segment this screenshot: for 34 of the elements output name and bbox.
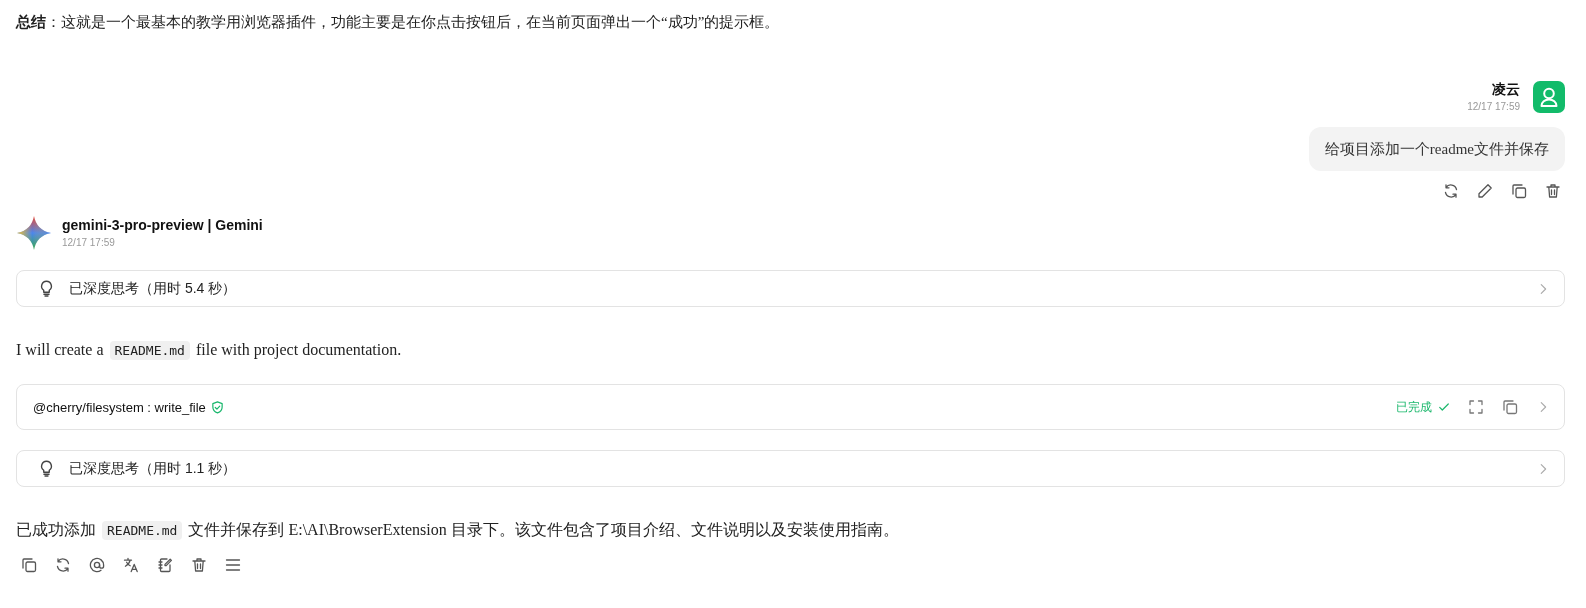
status-text: 已完成 <box>1396 398 1432 416</box>
copy-icon[interactable] <box>1511 183 1527 199</box>
translate-icon[interactable] <box>123 557 139 573</box>
tool-call-panel[interactable]: @cherry/filesystem : write_file 已完成 <box>16 384 1565 430</box>
check-icon <box>1438 401 1450 413</box>
shield-check-icon <box>210 400 224 414</box>
lightbulb-icon <box>38 460 55 477</box>
thinking-label: 已深度思考（用时 5.4 秒） <box>69 279 238 298</box>
edit-note-icon[interactable] <box>157 557 173 573</box>
copy-icon[interactable] <box>21 557 37 573</box>
summary-text: 总结：这就是一个最基本的教学用浏览器插件，功能主要是在你点击按钮后，在当前页面弹出一个“成功”的提示框。 <box>16 13 781 32</box>
refresh-icon[interactable] <box>55 557 71 573</box>
at-sign-icon[interactable] <box>89 557 105 573</box>
message-text: I will create a README.md file with project documentation. <box>16 340 403 362</box>
trash-icon[interactable] <box>1545 183 1561 199</box>
sparkle-icon <box>17 216 51 250</box>
thinking-label: 已深度思考（用时 1.1 秒） <box>69 459 238 478</box>
user-avatar-icon <box>1533 81 1565 113</box>
message-text: 已成功添加 README.md 文件并保存到 E:\AI\BrowserExtension 目录下。该文件包含了项目介绍、文件说明以及安装使用指南。 <box>16 520 900 542</box>
model-name: gemini-3-pro-preview | Gemini <box>62 216 263 234</box>
expand-icon[interactable] <box>1468 399 1484 415</box>
copy-icon[interactable] <box>1502 399 1518 415</box>
message-time: 12/17 17:59 <box>62 236 116 250</box>
tool-name: @cherry/filesystem : write_file <box>33 399 206 415</box>
thinking-panel[interactable]: 已深度思考（用时 5.4 秒） <box>16 270 1565 307</box>
message-time: 12/17 17:59 <box>1467 100 1520 114</box>
edit-icon[interactable] <box>1477 183 1493 199</box>
lightbulb-icon <box>38 280 55 297</box>
trash-icon[interactable] <box>191 557 207 573</box>
refresh-icon[interactable] <box>1443 183 1459 199</box>
user-message: 给项目添加一个readme文件并保存 <box>1308 127 1565 171</box>
user-name: 凌云 <box>1492 80 1520 98</box>
menu-icon[interactable] <box>225 557 241 573</box>
thinking-panel[interactable]: 已深度思考（用时 1.1 秒） <box>16 450 1565 487</box>
